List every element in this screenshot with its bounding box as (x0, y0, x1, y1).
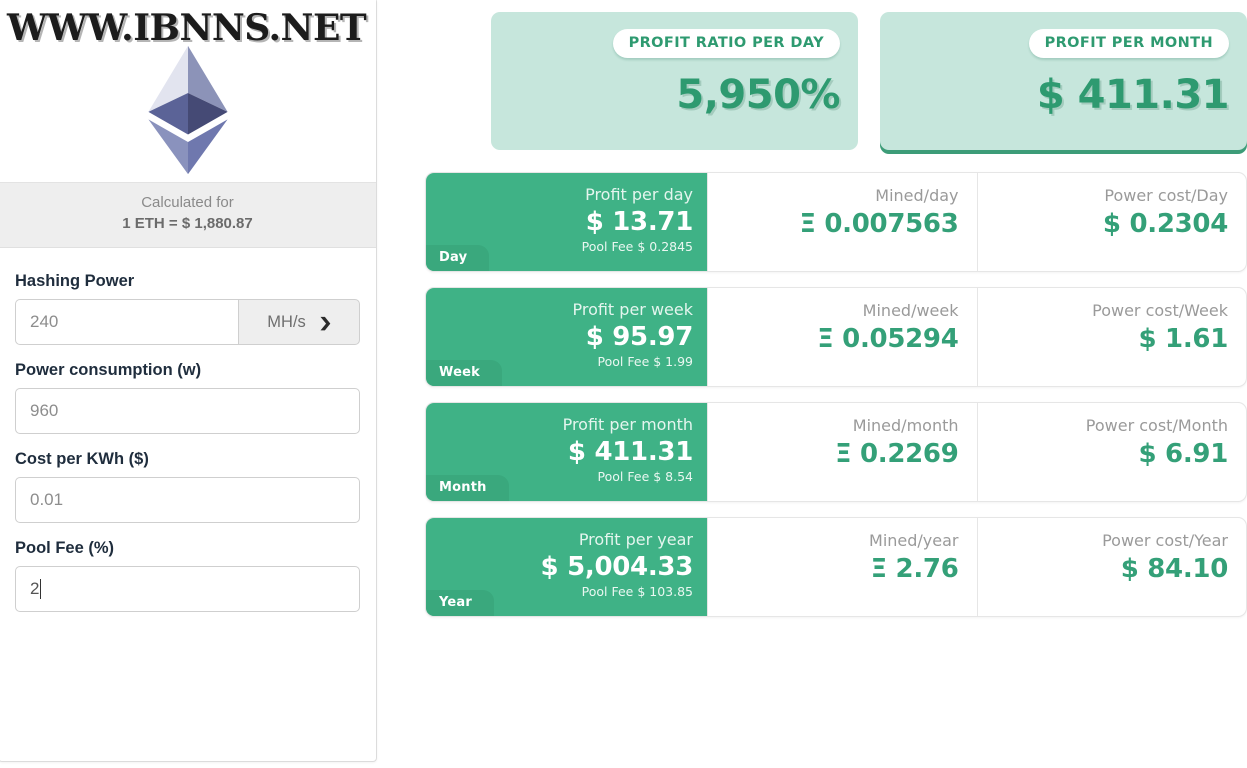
pool-fee-input[interactable]: 2 (15, 566, 360, 612)
calculator-sidebar: WWW.IBNNS.NET Calculated for 1 ETH = $ 1… (0, 0, 377, 762)
pool-fee-input-value: 2 (30, 579, 40, 598)
profit-cell-year: Profit per year $ 5,004.33 Pool Fee $ 10… (426, 518, 707, 616)
calculated-for-band: Calculated for 1 ETH = $ 1,880.87 (0, 183, 376, 248)
pool-fee-field: Pool Fee (%) 2 (15, 539, 360, 612)
hashing-power-input[interactable]: 240 (15, 299, 238, 345)
mined-value-day: Ξ 0.007563 (799, 209, 959, 239)
power-cost-value-month: $ 6.91 (1138, 439, 1229, 469)
logo-area: WWW.IBNNS.NET (0, 0, 376, 183)
table-row: Profit per year $ 5,004.33 Pool Fee $ 10… (425, 517, 1247, 617)
profit-label-year: Profit per year (578, 530, 693, 549)
pool-fee-label: Pool Fee (%) (15, 539, 115, 557)
power-cost-cell-year: Power cost/Year $ 84.10 (976, 518, 1247, 616)
hashing-power-unit-select[interactable]: MH/s ❯ (238, 299, 360, 345)
hashing-power-unit-value: MH/s (267, 312, 306, 331)
mined-cell-month: Mined/month Ξ 0.2269 (707, 403, 977, 501)
cost-per-kwh-field: Cost per KWh ($) 0.01 (15, 450, 360, 523)
power-cost-label-day: Power cost/Day (1104, 186, 1228, 205)
mined-cell-year: Mined/year Ξ 2.76 (707, 518, 977, 616)
calculated-for-label: Calculated for (141, 194, 234, 211)
profit-label-day: Profit per day (585, 185, 693, 204)
power-consumption-input[interactable]: 960 (15, 388, 360, 434)
power-cost-value-year: $ 84.10 (1120, 554, 1229, 584)
power-cost-label-year: Power cost/Year (1102, 531, 1228, 550)
mined-label-week: Mined/week (862, 301, 959, 320)
mined-cell-week: Mined/week Ξ 0.05294 (707, 288, 977, 386)
kpi-value-profit-per-month: $ 411.31 (1036, 72, 1230, 118)
hashing-power-label: Hashing Power (15, 272, 135, 290)
profit-breakdown-table: Profit per day $ 13.71 Pool Fee $ 0.2845… (425, 172, 1247, 632)
chevron-down-icon: ❯ (318, 314, 333, 330)
table-row: Profit per day $ 13.71 Pool Fee $ 0.2845… (425, 172, 1247, 272)
mining-profit-calculator-page: WWW.IBNNS.NET Calculated for 1 ETH = $ 1… (0, 0, 1247, 768)
table-row: Profit per week $ 95.97 Pool Fee $ 1.99 … (425, 287, 1247, 387)
power-cost-value-week: $ 1.61 (1138, 324, 1229, 354)
power-cost-cell-month: Power cost/Month $ 6.91 (976, 403, 1247, 501)
kpi-card-profit-ratio-per-day: PROFIT RATIO PER DAY 5,950% (491, 12, 858, 150)
power-cost-label-week: Power cost/Week (1092, 301, 1228, 320)
period-badge-week: Week (426, 360, 502, 386)
profit-cell-day: Profit per day $ 13.71 Pool Fee $ 0.2845… (426, 173, 707, 271)
power-cost-cell-day: Power cost/Day $ 0.2304 (976, 173, 1247, 271)
mined-label-day: Mined/day (875, 186, 959, 205)
mined-cell-day: Mined/day Ξ 0.007563 (707, 173, 977, 271)
mined-value-month: Ξ 0.2269 (835, 439, 959, 469)
kpi-value-profit-ratio-per-day: 5,950% (676, 72, 840, 118)
profit-value-year: $ 5,004.33 (540, 552, 694, 582)
kpi-title-profit-ratio-per-day: PROFIT RATIO PER DAY (612, 29, 840, 58)
results-panel: PROFIT RATIO PER DAY 5,950% PROFIT PER M… (425, 0, 1247, 768)
mined-label-year: Mined/year (869, 531, 959, 550)
profit-value-day: $ 13.71 (585, 207, 694, 237)
period-badge-month: Month (426, 475, 509, 501)
power-cost-label-month: Power cost/Month (1085, 416, 1228, 435)
cost-per-kwh-label: Cost per KWh ($) (15, 450, 149, 468)
site-watermark: WWW.IBNNS.NET (7, 7, 367, 49)
profit-label-month: Profit per month (562, 415, 693, 434)
text-cursor (40, 579, 42, 599)
table-row: Profit per month $ 411.31 Pool Fee $ 8.5… (425, 402, 1247, 502)
mined-value-year: Ξ 2.76 (870, 554, 959, 584)
hashing-power-field: Hashing Power 240 MH/s ❯ (15, 272, 360, 345)
power-consumption-label: Power consumption (w) (15, 361, 202, 379)
kpi-cards: PROFIT RATIO PER DAY 5,950% PROFIT PER M… (491, 12, 1247, 150)
cost-per-kwh-input[interactable]: 0.01 (15, 477, 360, 523)
profit-value-month: $ 411.31 (567, 437, 693, 467)
kpi-title-profit-per-month: PROFIT PER MONTH (1028, 29, 1229, 58)
mined-label-month: Mined/month (852, 416, 959, 435)
profit-label-week: Profit per week (572, 300, 693, 319)
ethereum-logo-icon (147, 45, 228, 175)
power-consumption-field: Power consumption (w) 960 (15, 361, 360, 434)
kpi-card-profit-per-month: PROFIT PER MONTH $ 411.31 (880, 12, 1247, 150)
profit-cell-month: Profit per month $ 411.31 Pool Fee $ 8.5… (426, 403, 707, 501)
profit-value-week: $ 95.97 (585, 322, 694, 352)
period-badge-day: Day (426, 245, 490, 271)
hashing-power-input-group: 240 MH/s ❯ (15, 299, 360, 345)
power-cost-value-day: $ 0.2304 (1102, 209, 1228, 239)
period-badge-year: Year (426, 590, 495, 616)
mined-value-week: Ξ 0.05294 (817, 324, 959, 354)
power-cost-cell-week: Power cost/Week $ 1.61 (976, 288, 1247, 386)
profit-cell-week: Profit per week $ 95.97 Pool Fee $ 1.99 … (426, 288, 707, 386)
calculator-form: Hashing Power 240 MH/s ❯ Power consumpti… (0, 248, 376, 612)
eth-price-value: 1 ETH = $ 1,880.87 (122, 215, 253, 232)
